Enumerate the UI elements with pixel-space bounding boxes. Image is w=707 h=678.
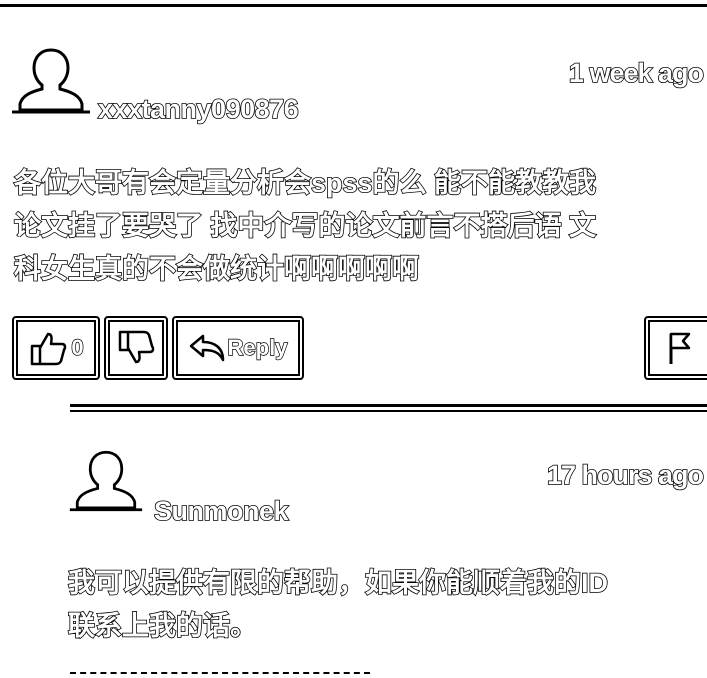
comment-timestamp[interactable]: 17 hours ago [546, 459, 705, 491]
comment-text-line: 联系上我的话。 [67, 610, 258, 642]
comment-username[interactable]: Sunmonek [153, 495, 289, 527]
user-silhouette-icon [69, 450, 143, 512]
bottom-divider [70, 672, 370, 674]
comment-text-line: 我可以提供有限的帮助，如果你能顺着我的ID [67, 567, 609, 599]
comment-body: 我可以提供有限的帮助，如果你能顺着我的ID 联系上我的话。 [67, 562, 698, 648]
avatar[interactable] [68, 446, 144, 516]
reply-comment-item: 17 hours ago Sunmonek 我可以提供有限的帮助，如果你能顺着我… [0, 0, 707, 678]
